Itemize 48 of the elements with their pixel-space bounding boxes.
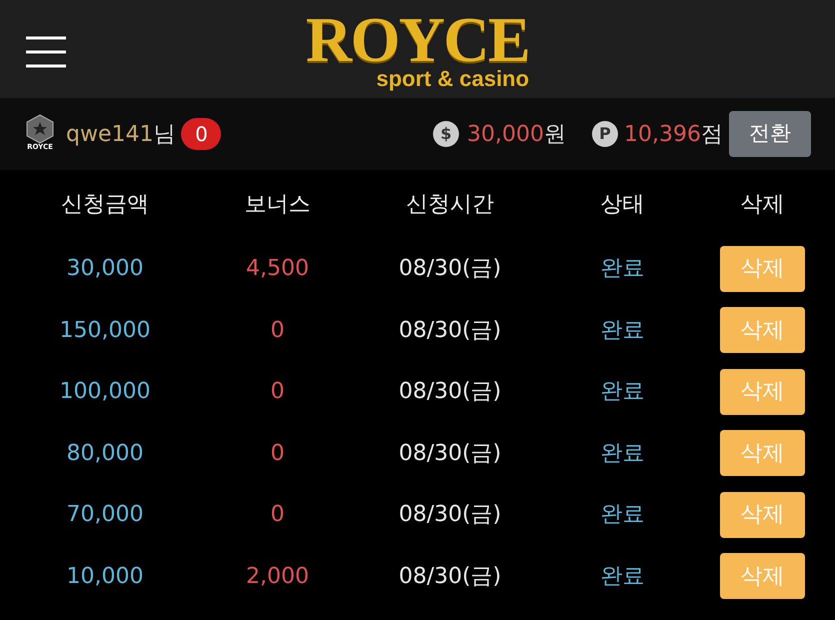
column-header: 신청시간 [405, 190, 495, 218]
star-icon [25, 114, 55, 144]
money-amount: 30,000 [467, 120, 544, 148]
delete-button[interactable]: 삭제 [720, 368, 805, 415]
notification-badge: 0 [181, 118, 222, 150]
table-cell-text: 4,500 [246, 255, 309, 284]
table-cell-text: 80,000 [66, 440, 144, 468]
delete-button[interactable]: 삭제 [720, 492, 805, 538]
table-cell-text: 2,000 [246, 562, 309, 591]
table-cell-text: 150,000 [60, 316, 150, 345]
column-header: 신청금액 [60, 190, 150, 218]
logo-subtitle: sport & casino [376, 68, 530, 90]
table-cell-text: 30,000 [66, 255, 144, 284]
column-header: 보너스 [244, 190, 312, 218]
table-cell-text: 완료 [600, 378, 644, 406]
table-cell-text: 완료 [600, 316, 644, 345]
table-cell-text: 08/30(금) [398, 440, 502, 468]
convert-button[interactable]: 전환 [729, 111, 811, 157]
table-cell-text: 08/30(금) [398, 316, 502, 345]
coin-icon: $ [433, 121, 460, 147]
table-cell-text: 08/30(금) [398, 562, 502, 591]
points-amount: 10,396 [624, 120, 701, 148]
table-cell-text: 08/30(금) [398, 378, 502, 406]
table-cell-text: 완료 [600, 562, 644, 591]
table-cell-text: 10,000 [66, 562, 144, 591]
username: qwe141 [66, 120, 154, 148]
money-unit: 원 [544, 120, 566, 148]
table-cell-text: 08/30(금) [398, 501, 502, 530]
table-cell-text: 완료 [600, 501, 644, 530]
table-cell-text: 0 [270, 316, 284, 345]
delete-button[interactable]: 삭제 [720, 307, 805, 354]
points-unit: 점 [701, 120, 723, 148]
table-cell-text: 0 [270, 501, 284, 530]
table-cell-text: 완료 [600, 255, 644, 284]
points-icon: P [592, 121, 618, 147]
column-header: 삭제 [740, 190, 786, 218]
menu-icon[interactable] [26, 36, 66, 68]
delete-button[interactable]: 삭제 [720, 553, 805, 600]
table-cell-text: 08/30(금) [398, 255, 502, 284]
delete-button[interactable]: 삭제 [720, 430, 805, 476]
column-header: 상태 [600, 190, 646, 218]
table-cell-text: 완료 [600, 440, 644, 468]
delete-button[interactable]: 삭제 [720, 246, 805, 292]
table-cell-text: 100,000 [60, 378, 150, 406]
table-cell-text: 70,000 [66, 501, 144, 530]
username-suffix: 님 [153, 120, 176, 148]
table-cell-text: 0 [270, 378, 284, 406]
table-cell-text: 0 [270, 440, 284, 468]
